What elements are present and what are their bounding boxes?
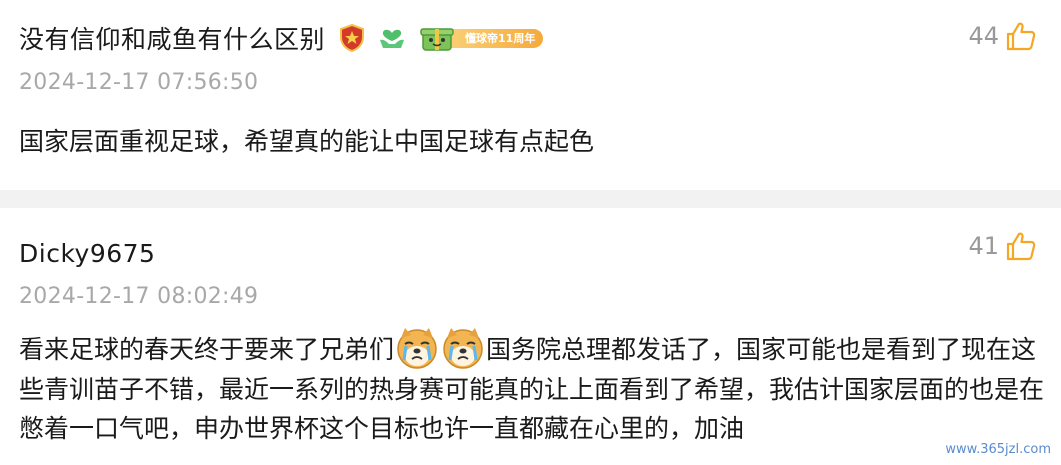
comment-text-start: 看来足球的春天终于要来了兄弟们 <box>19 335 395 364</box>
gift-box-icon <box>420 28 454 51</box>
like-button[interactable]: 41 <box>968 230 1037 262</box>
anniversary-badge-icon[interactable]: 懂球帝11周年 <box>419 23 544 53</box>
comment-divider <box>0 190 1061 208</box>
watermark: www.365jzl.com <box>941 442 1055 457</box>
like-count: 44 <box>968 22 999 50</box>
comment-header: 没有信仰和咸鱼有什么区别 懂球帝11周年 <box>19 18 544 58</box>
shield-badge-icon[interactable] <box>339 24 365 52</box>
comment-content: 看来足球的春天终于要来了兄弟们 国务院总理都发话了，国家可能也是看到了现在这些青… <box>19 326 1049 448</box>
crying-dog-emoji-icon <box>443 328 483 369</box>
comment-author[interactable]: Dicky9675 <box>19 239 155 268</box>
charity-badge-icon[interactable] <box>377 24 407 52</box>
comment-header: Dicky9675 <box>19 233 155 273</box>
comment-item: Dicky9675 2024-12-17 08:02:49 41 看来足球的春天… <box>0 208 1061 465</box>
comment-author[interactable]: 没有信仰和咸鱼有什么区别 <box>19 20 325 56</box>
comment-item: 没有信仰和咸鱼有什么区别 懂球帝11周年 2024-12-17 07:56:50… <box>0 0 1061 190</box>
comment-timestamp: 2024-12-17 08:02:49 <box>19 284 259 309</box>
comment-timestamp: 2024-12-17 07:56:50 <box>19 70 259 95</box>
thumbs-up-icon[interactable] <box>1005 230 1037 262</box>
user-badges: 懂球帝11周年 <box>339 23 544 53</box>
like-count: 41 <box>968 232 999 260</box>
comment-content: 国家层面重视足球，希望真的能让中国足球有点起色 <box>19 127 595 156</box>
crying-dog-emoji-icon <box>397 328 437 369</box>
thumbs-up-icon[interactable] <box>1005 20 1037 52</box>
like-button[interactable]: 44 <box>968 20 1037 52</box>
